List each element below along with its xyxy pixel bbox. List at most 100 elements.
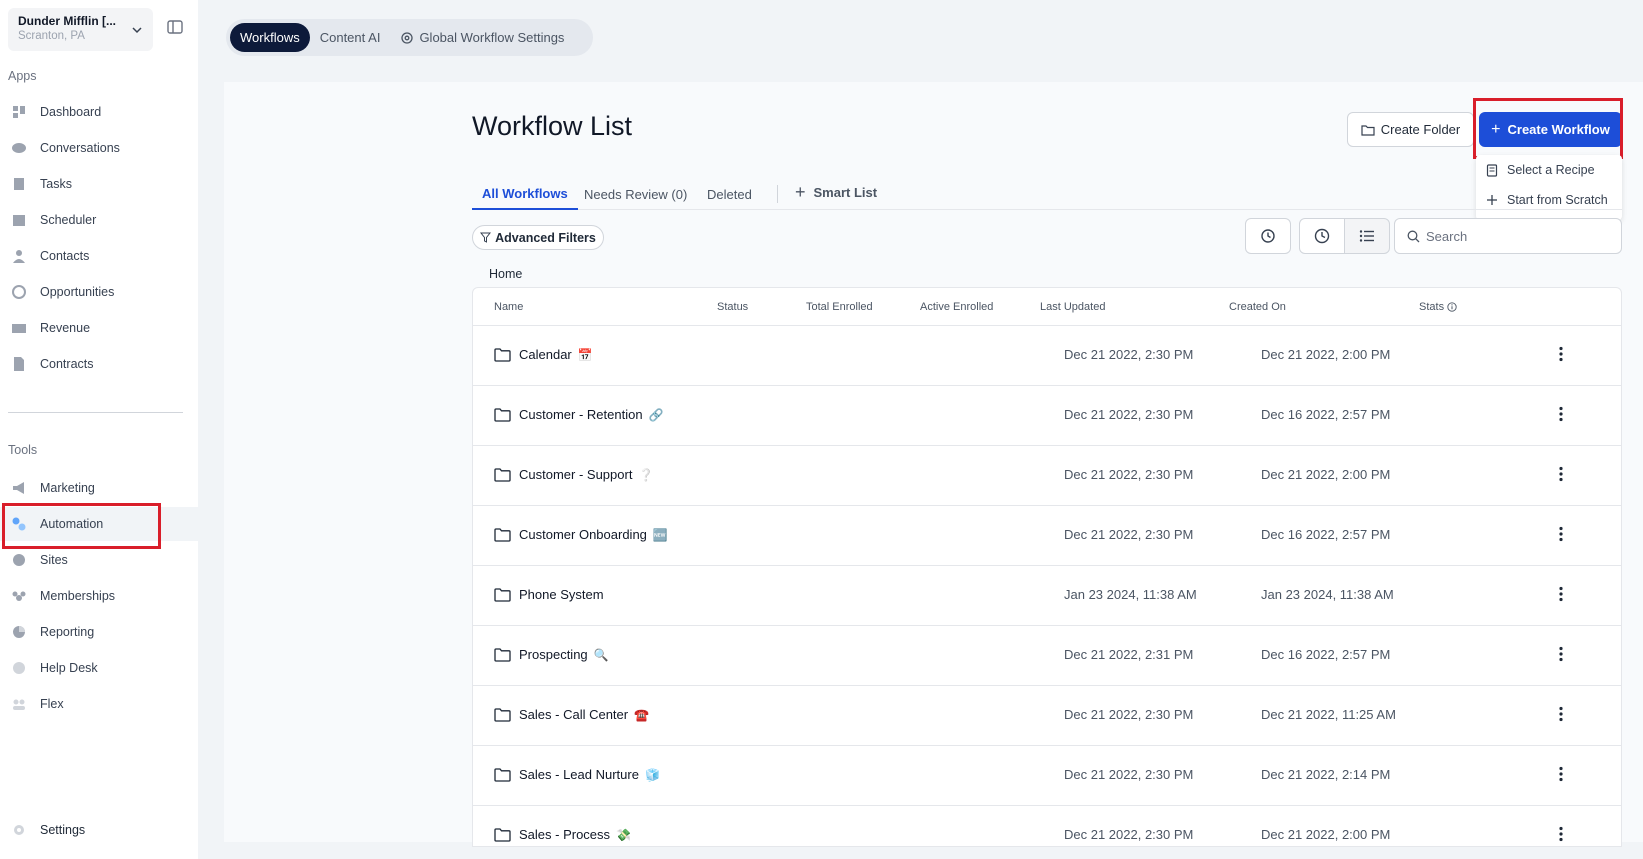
folder-name: Calendar [519, 347, 572, 362]
clock-view-button[interactable] [1299, 218, 1345, 254]
created-on-cell: Dec 21 2022, 2:00 PM [1261, 467, 1391, 482]
folder-icon [494, 767, 511, 782]
table-row[interactable]: Sales - Call Center ☎️ Dec 21 2022, 2:30 P… [473, 686, 1621, 746]
table-row[interactable]: Sales - Process 💸 Dec 21 2022, 2:30 PM Dec … [473, 806, 1621, 846]
column-header-created-on[interactable]: Created On [1229, 301, 1286, 313]
row-actions-button[interactable] [1559, 646, 1563, 662]
list-view-button[interactable] [1344, 218, 1390, 254]
table-row[interactable]: Customer - Retention 🔗 Dec 21 2022, 2:30 P… [473, 386, 1621, 446]
tab-workflows[interactable]: Workflows [230, 23, 310, 52]
apps-section-label: Apps [8, 69, 37, 83]
row-actions-button[interactable] [1559, 406, 1563, 422]
create-folder-button[interactable]: Create Folder [1347, 112, 1474, 147]
chat-icon [12, 143, 26, 153]
row-actions-button[interactable] [1559, 766, 1563, 782]
account-location: Scranton, PA [18, 30, 85, 42]
sidebar-item-label: Contracts [40, 357, 94, 371]
folder-name-cell[interactable]: Sales - Call Center ☎️ [494, 707, 649, 722]
pie-chart-icon [13, 626, 25, 638]
sidebar-item-contracts[interactable]: Contracts [0, 347, 198, 381]
sidebar-item-memberships[interactable]: Memberships [0, 579, 198, 613]
sidebar-item-settings[interactable]: Settings [0, 813, 198, 847]
folder-icon [494, 647, 511, 662]
account-switcher[interactable]: Dunder Mifflin [... Scranton, PA [8, 8, 153, 51]
folder-name-cell[interactable]: Calendar 📅 [494, 347, 593, 362]
sidebar-item-flex[interactable]: Flex [0, 687, 198, 721]
folder-icon [494, 587, 511, 602]
sidebar-item-scheduler[interactable]: Scheduler [0, 203, 198, 237]
clock-icon [1314, 228, 1330, 244]
sidebar-item-revenue[interactable]: Revenue [0, 311, 198, 345]
folder-name-cell[interactable]: Prospecting 🔍 [494, 647, 609, 662]
tab-deleted[interactable]: Deleted [707, 178, 752, 210]
last-updated-cell: Jan 23 2024, 11:38 AM [1064, 587, 1197, 602]
advanced-filters-button[interactable]: Advanced Filters [472, 225, 604, 250]
folder-icon [1361, 124, 1375, 136]
row-actions-button[interactable] [1559, 826, 1563, 842]
sidebar-item-sites[interactable]: Sites [0, 543, 198, 577]
sidebar: Dunder Mifflin [... Scranton, PA Apps Da… [0, 0, 198, 859]
table-row[interactable]: Calendar 📅 Dec 21 2022, 2:30 PM Dec 21 2022… [473, 326, 1621, 386]
tab-needs-review[interactable]: Needs Review (0) [584, 178, 687, 210]
sidebar-collapse-icon[interactable] [166, 18, 184, 36]
table-row[interactable]: Phone System Jan 23 2024, 11:38 AM Jan 23 … [473, 566, 1621, 626]
sidebar-item-reporting[interactable]: Reporting [0, 615, 198, 649]
menu-item-label: Select a Recipe [1507, 163, 1595, 177]
created-on-cell: Dec 21 2022, 2:00 PM [1261, 827, 1391, 842]
folder-icon [494, 527, 511, 542]
gear-icon [14, 825, 24, 835]
table-row[interactable]: Prospecting 🔍 Dec 21 2022, 2:31 PM Dec 16 2… [473, 626, 1621, 686]
column-header-status[interactable]: Status [717, 301, 748, 313]
tab-content-ai[interactable]: Content AI [310, 23, 391, 52]
folder-icon [494, 467, 511, 482]
search-placeholder: Search [1426, 228, 1468, 244]
folder-name-cell[interactable]: Customer Onboarding 🆕 [494, 527, 668, 542]
more-vertical-icon [1559, 406, 1563, 422]
plus-icon: + [795, 181, 806, 202]
breadcrumb[interactable]: Home [489, 267, 522, 281]
sidebar-item-contacts[interactable]: Contacts [0, 239, 198, 273]
row-actions-button[interactable] [1559, 706, 1563, 722]
more-vertical-icon [1559, 826, 1563, 842]
table-row[interactable]: Customer - Support ❔ Dec 21 2022, 2:30 PM D… [473, 446, 1621, 506]
folder-name-cell[interactable]: Phone System [494, 587, 610, 602]
search-input[interactable]: Search [1394, 218, 1622, 254]
plus-icon: + [1491, 120, 1501, 138]
column-header-stats[interactable]: Stats [1419, 301, 1457, 313]
column-header-total-enrolled[interactable]: Total Enrolled [806, 301, 873, 313]
table-row[interactable]: Sales - Lead Nurture 🧊 Dec 21 2022, 2:30 P… [473, 746, 1621, 806]
sidebar-item-automation[interactable]: Automation [0, 507, 198, 541]
last-updated-cell: Dec 21 2022, 2:30 PM [1064, 527, 1194, 542]
sidebar-item-conversations[interactable]: Conversations [0, 131, 198, 165]
row-actions-button[interactable] [1559, 586, 1563, 602]
sidebar-item-help-desk[interactable]: Help Desk [0, 651, 198, 685]
folder-name-cell[interactable]: Customer - Retention 🔗 [494, 407, 664, 422]
folder-emoji: 🆕 [652, 527, 668, 542]
folder-name: Sales - Process [519, 827, 611, 842]
create-workflow-button[interactable]: + Create Workflow [1479, 112, 1622, 147]
column-header-active-enrolled[interactable]: Active Enrolled [920, 301, 993, 313]
sidebar-item-label: Contacts [40, 249, 90, 263]
sidebar-item-opportunities[interactable]: Opportunities [0, 275, 198, 309]
table-row[interactable]: Customer Onboarding 🆕 Dec 21 2022, 2:30 PM… [473, 506, 1621, 566]
folder-icon [494, 347, 511, 362]
sidebar-item-tasks[interactable]: Tasks [0, 167, 198, 201]
tab-all-workflows[interactable]: All Workflows [472, 178, 578, 210]
sidebar-item-marketing[interactable]: Marketing [0, 471, 198, 505]
folder-name: Sales - Lead Nurture [519, 767, 639, 782]
row-actions-button[interactable] [1559, 346, 1563, 362]
more-vertical-icon [1559, 646, 1563, 662]
row-actions-button[interactable] [1559, 466, 1563, 482]
tab-smart-list[interactable]: + Smart List [795, 176, 877, 208]
last-updated-cell: Dec 21 2022, 2:30 PM [1064, 827, 1194, 842]
history-button[interactable] [1245, 218, 1291, 254]
folder-name-cell[interactable]: Customer - Support ❔ [494, 467, 653, 482]
row-actions-button[interactable] [1559, 526, 1563, 542]
tab-global-workflow-settings[interactable]: Global Workflow Settings [390, 23, 574, 52]
column-header-last-updated[interactable]: Last Updated [1040, 301, 1105, 313]
folder-name-cell[interactable]: Sales - Process 💸 [494, 827, 631, 842]
folder-name-cell[interactable]: Sales - Lead Nurture 🧊 [494, 767, 660, 782]
sidebar-item-dashboard[interactable]: Dashboard [0, 95, 198, 129]
search-icon [1407, 230, 1420, 242]
column-header-name[interactable]: Name [494, 301, 523, 313]
